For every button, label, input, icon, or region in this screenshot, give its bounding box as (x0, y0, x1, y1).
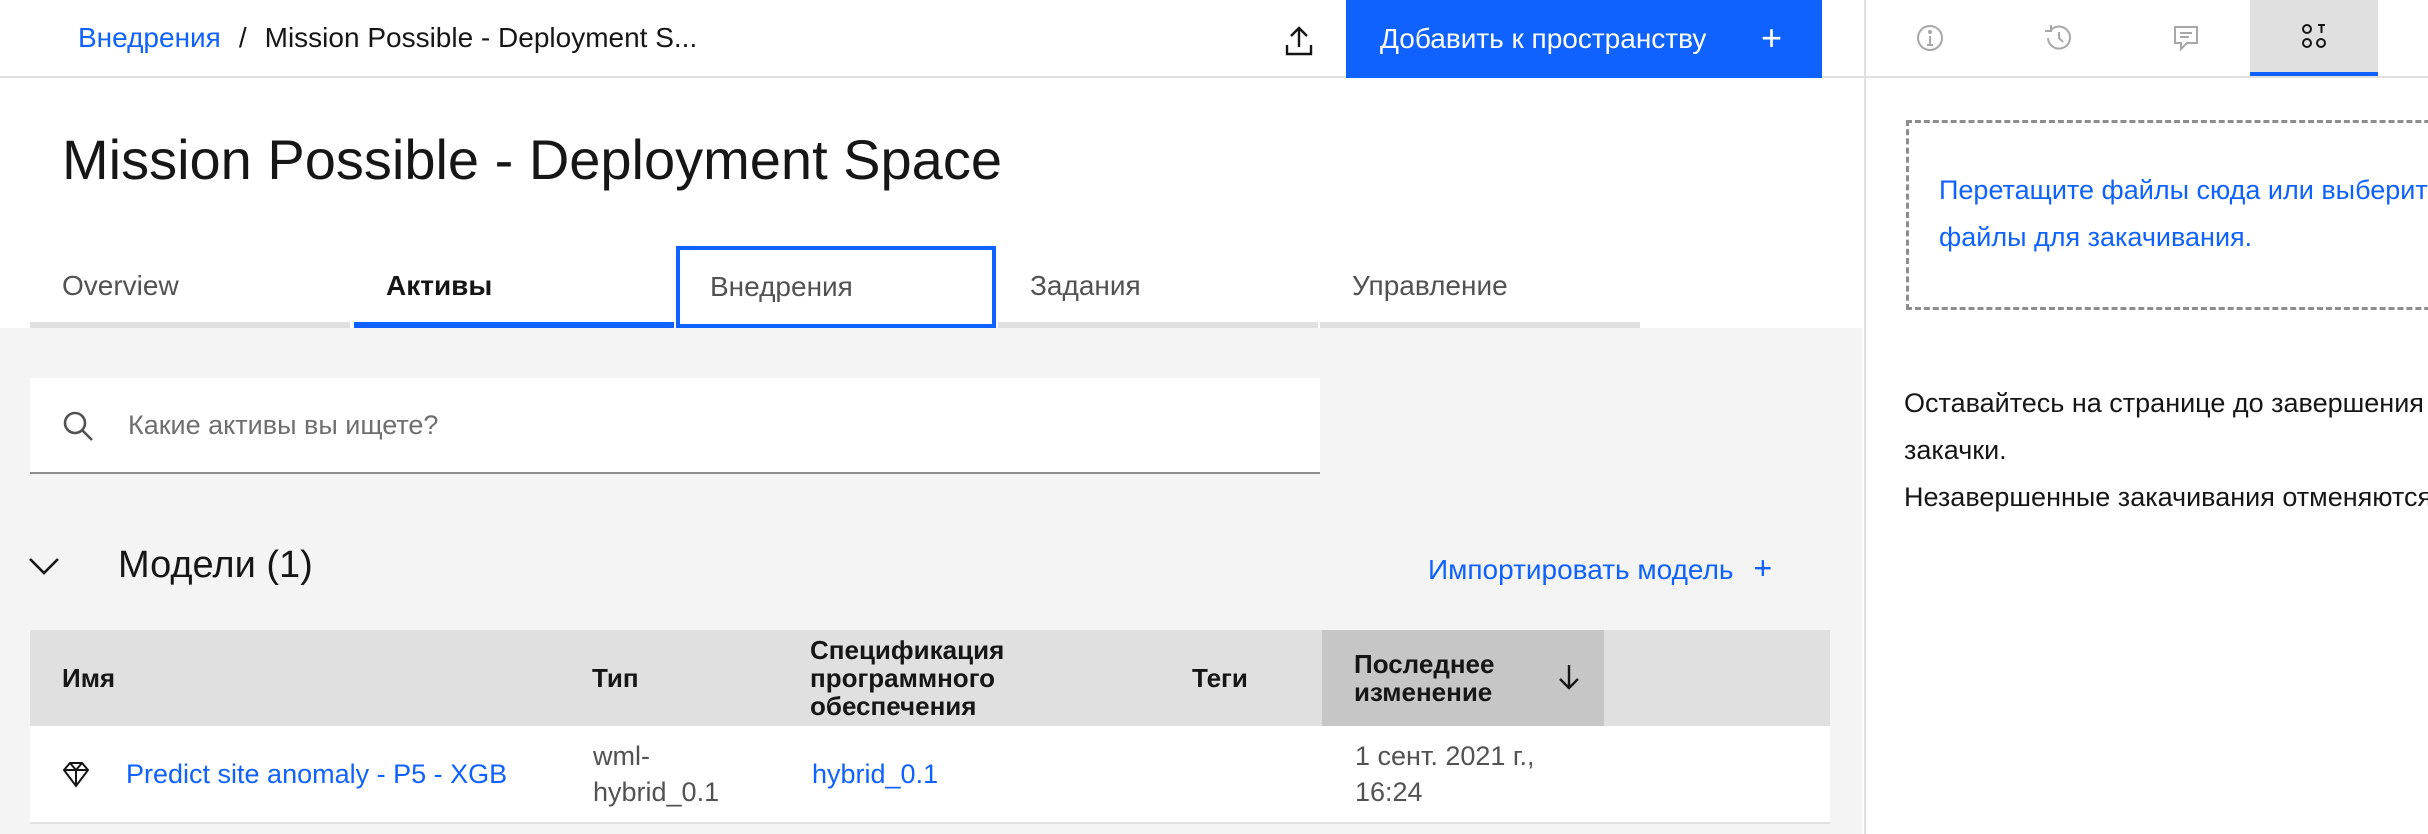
upload-button[interactable] (1276, 18, 1322, 64)
panel-tab-comments[interactable] (2122, 0, 2250, 76)
model-type: wml-hybrid_0.1 (593, 741, 720, 807)
tab-deployments[interactable]: Внедрения (676, 246, 996, 328)
assets-content: Модели (1) Импортировать модель + Имя Тип… (0, 328, 1862, 834)
breadcrumb-link-deployments[interactable]: Внедрения (78, 22, 221, 53)
models-table: Имя Тип Спецификация программного обеспе… (30, 630, 1830, 824)
upload-note-line1: Оставайтесь на странице до завершения за… (1904, 388, 2424, 465)
column-header-type[interactable]: Тип (592, 630, 772, 726)
column-header-last-modified-label: Последнее изменение (1354, 649, 1495, 707)
side-panel-tabs (1866, 0, 2428, 78)
software-spec-link[interactable]: hybrid_0.1 (812, 726, 1052, 822)
breadcrumb-current: Mission Possible - Deployment S... (264, 22, 698, 53)
import-model-button[interactable]: Импортировать модель + (1428, 548, 1772, 590)
arrow-down-icon (1559, 665, 1579, 690)
panel-tab-history[interactable] (1994, 0, 2122, 76)
upload-note: Оставайтесь на странице до завершения за… (1904, 380, 2428, 521)
history-icon (2045, 25, 2071, 50)
page-title: Mission Possible - Deployment Space (62, 128, 1002, 191)
app-header: Внедрения / Mission Possible - Deployment … (0, 0, 1864, 78)
column-header-software-spec[interactable]: Спецификация программного обеспечения (810, 630, 1050, 726)
panel-tab-info[interactable] (1866, 0, 1994, 76)
upload-icon (1285, 26, 1313, 56)
models-section-title: Модели (1) (118, 544, 313, 586)
tab-assets[interactable]: Активы (354, 246, 674, 328)
side-panel: Перетащите файлы сюда или выберите файлы… (1864, 0, 2428, 834)
model-last-modified: 1 сент. 2021 г., 16:24 (1355, 741, 1535, 807)
add-icon: + (1760, 17, 1782, 58)
chevron-down-icon[interactable] (26, 548, 62, 584)
tab-manage[interactable]: Управление (1320, 246, 1640, 328)
model-name-link[interactable]: Predict site anomaly - P5 - XGB (126, 726, 566, 822)
dropzone-text: Перетащите файлы сюда или выберите файлы… (1939, 175, 2428, 252)
comment-icon (2174, 26, 2198, 52)
model-tags (1192, 726, 1332, 822)
model-icon (62, 762, 90, 788)
add-to-space-button[interactable]: Добавить к пространству + (1346, 0, 1822, 78)
search-icon (63, 411, 93, 441)
asset-search (30, 378, 1320, 474)
import-model-label: Импортировать модель (1428, 554, 1734, 585)
column-header-name[interactable]: Имя (62, 630, 382, 726)
tab-jobs[interactable]: Задания (998, 246, 1318, 328)
table-header-row: Имя Тип Спецификация программного обеспе… (30, 630, 1830, 726)
tab-overview[interactable]: Overview (30, 246, 350, 328)
upload-note-line2: Незавершенные закачивания отменяются. (1904, 482, 2428, 512)
table-row[interactable]: Predict site anomaly - P5 - XGB wml-hybr… (30, 726, 1830, 824)
breadcrumb-separator: / (238, 22, 247, 53)
file-dropzone[interactable]: Перетащите файлы сюда или выберите файлы… (1906, 120, 2428, 310)
search-input[interactable] (126, 378, 1290, 472)
breadcrumb: Внедрения / Mission Possible - Deployment … (78, 18, 697, 58)
data-assets-icon (2302, 24, 2326, 48)
panel-tab-data-assets[interactable] (2250, 0, 2378, 76)
add-to-space-label: Добавить к пространству (1380, 23, 1707, 54)
info-icon (1917, 25, 1943, 51)
column-header-last-modified[interactable]: Последнее изменение (1322, 630, 1604, 726)
add-icon: + (1753, 550, 1773, 586)
